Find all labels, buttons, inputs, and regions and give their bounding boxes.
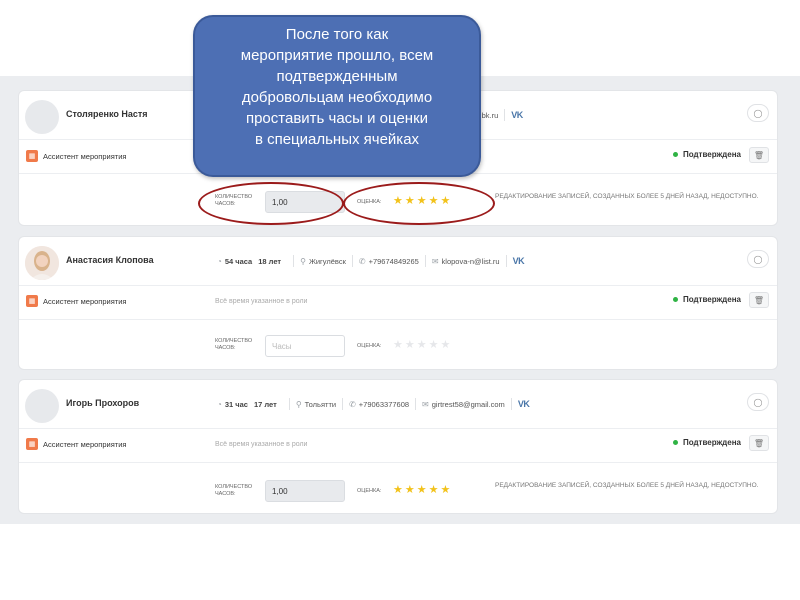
star-icon[interactable]: ★: [393, 485, 403, 496]
rating-label: ОЦЕНКА:: [357, 343, 382, 349]
divider: [19, 319, 777, 320]
divider: [293, 255, 295, 267]
volunteer-card: Анастасия Клопова ◔ 54 часа 18 лет ⚲ Жиг…: [18, 236, 778, 370]
avatar[interactable]: [25, 100, 59, 134]
rating-stars[interactable]: ★ ★ ★ ★ ★: [393, 340, 452, 351]
location-icon: ⚲: [300, 256, 306, 266]
trash-icon: 🗑: [753, 295, 765, 305]
divider: [342, 398, 344, 410]
divider: [19, 462, 777, 463]
avatar[interactable]: [25, 246, 59, 280]
status-dot-icon: [672, 152, 678, 157]
volunteer-card: Игорь Прохоров ◔ 31 час 17 лет ⚲ Тольятт…: [18, 379, 778, 514]
star-icon[interactable]: ★: [405, 485, 415, 496]
role-hint: Всё время указанное в роли: [215, 441, 308, 448]
role-label: Ассистент мероприятия: [43, 440, 127, 449]
calendar-icon: ▦: [26, 438, 38, 450]
instruction-callout: После того как мероприятие прошло, всем …: [193, 15, 481, 177]
divider: [505, 255, 507, 267]
status-text: Подтверждена: [682, 295, 741, 304]
city: Тольятти: [304, 399, 337, 409]
contact-info: ◔ 54 часа 18 лет ⚲ Жигулёвск ✆ +79674849…: [217, 255, 525, 267]
vk-icon[interactable]: VK: [518, 399, 530, 409]
clock-icon: ◔: [217, 256, 222, 266]
role-hint: Всё время указанное в роли: [215, 298, 308, 305]
divider: [19, 285, 777, 286]
star-icon[interactable]: ★: [441, 485, 451, 496]
status-text: Подтверждена: [682, 438, 741, 447]
star-icon[interactable]: ★: [417, 485, 427, 496]
calendar-icon: ▦: [26, 295, 38, 307]
delete-button[interactable]: 🗑: [749, 147, 769, 163]
edit-restriction-note: РЕДАКТИРОВАНИЕ ЗАПИСЕЙ, СОЗДАННЫХ БОЛЕЕ …: [495, 193, 759, 200]
vk-icon[interactable]: VK: [511, 110, 523, 120]
total-hours: 31 час: [224, 399, 248, 409]
chat-icon: ◯: [753, 108, 763, 118]
contact-info: @bk.ru VK: [474, 109, 523, 121]
trash-icon: 🗑: [753, 150, 765, 160]
location-icon: ⚲: [295, 399, 302, 409]
age: 17 лет: [253, 399, 277, 409]
message-button[interactable]: ◯: [747, 393, 769, 411]
phone[interactable]: +79674849265: [369, 257, 419, 266]
divider: [288, 398, 290, 410]
contact-info: ◔ 31 час 17 лет ⚲ Тольятти ✆ +7906337760…: [217, 398, 530, 410]
star-icon[interactable]: ★: [429, 485, 439, 496]
star-icon[interactable]: ★: [417, 340, 427, 351]
chat-icon: ◯: [753, 254, 763, 264]
status-badge: Подтверждена: [672, 295, 741, 304]
phone-icon: ✆: [349, 399, 356, 409]
city: Жигулёвск: [308, 256, 346, 266]
volunteer-name[interactable]: Столяренко Настя: [66, 109, 148, 119]
divider: [424, 255, 426, 267]
rating-stars[interactable]: ★ ★ ★ ★ ★: [393, 485, 452, 496]
role-label: Ассистент мероприятия: [43, 297, 127, 306]
divider: [415, 398, 417, 410]
clock-icon: ◔: [217, 399, 222, 409]
phone[interactable]: +79063377608: [359, 400, 409, 409]
message-button[interactable]: ◯: [747, 250, 769, 268]
divider: [19, 428, 777, 429]
edit-restriction-note: РЕДАКТИРОВАНИЕ ЗАПИСЕЙ, СОЗДАННЫХ БОЛЕЕ …: [495, 482, 759, 489]
rating-highlight-ellipse: [343, 182, 495, 225]
rating-label: ОЦЕНКА:: [357, 488, 382, 494]
hours-label: КОЛИЧЕСТВО ЧАСОВ:: [215, 338, 253, 351]
person-photo-icon: [25, 246, 59, 280]
calendar-icon: ▦: [26, 150, 38, 162]
avatar[interactable]: [25, 389, 59, 423]
mail-icon: ✉: [422, 399, 429, 409]
star-icon[interactable]: ★: [441, 340, 451, 351]
message-button[interactable]: ◯: [747, 104, 769, 122]
total-hours: 54 часа: [224, 256, 253, 266]
status-text: Подтверждена: [682, 150, 741, 159]
status-dot-icon: [672, 440, 678, 445]
star-icon[interactable]: ★: [393, 340, 403, 351]
status-dot-icon: [672, 297, 678, 302]
delete-button[interactable]: 🗑: [749, 435, 769, 451]
role-label: Ассистент мероприятия: [43, 152, 127, 161]
hours-highlight-ellipse: [198, 182, 344, 225]
hours-input[interactable]: [265, 335, 345, 357]
volunteer-name[interactable]: Игорь Прохоров: [66, 398, 139, 408]
volunteer-name[interactable]: Анастасия Клопова: [66, 255, 154, 265]
email[interactable]: girtrest58@gmail.com: [432, 400, 505, 409]
hours-label: КОЛИЧЕСТВО ЧАСОВ:: [215, 484, 253, 497]
email[interactable]: klopova-n@list.ru: [442, 257, 500, 266]
trash-icon: 🗑: [753, 438, 765, 448]
phone-icon: ✆: [358, 256, 366, 266]
divider: [351, 255, 353, 267]
hours-input[interactable]: [265, 480, 345, 502]
chat-icon: ◯: [753, 397, 763, 407]
divider: [504, 109, 506, 121]
age: 18 лет: [258, 256, 282, 266]
mail-icon: ✉: [431, 256, 439, 266]
star-icon[interactable]: ★: [405, 340, 415, 351]
status-badge: Подтверждена: [672, 150, 741, 159]
status-badge: Подтверждена: [672, 438, 741, 447]
star-icon[interactable]: ★: [429, 340, 439, 351]
divider: [510, 398, 512, 410]
vk-icon[interactable]: VK: [513, 256, 525, 266]
delete-button[interactable]: 🗑: [749, 292, 769, 308]
